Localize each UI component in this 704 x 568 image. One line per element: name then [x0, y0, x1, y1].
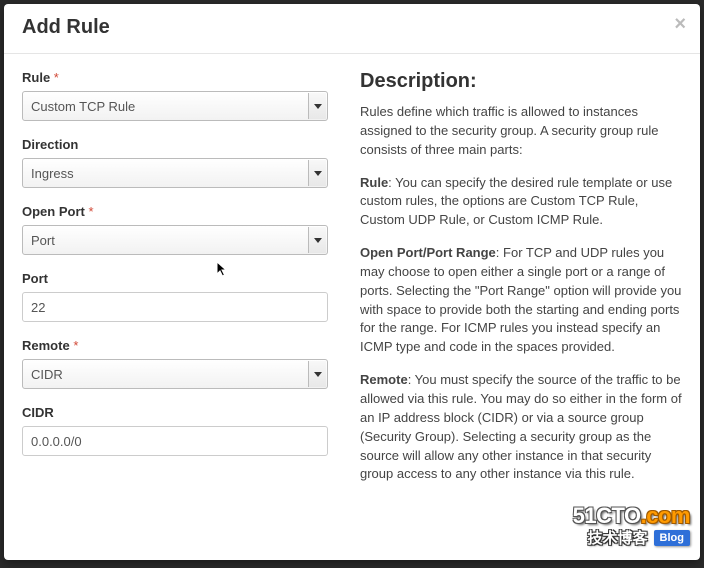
- open-port-select[interactable]: Port: [22, 225, 328, 255]
- port-label: Port: [22, 271, 332, 286]
- rule-label: Rule *: [22, 70, 332, 85]
- field-cidr: CIDR: [22, 405, 332, 456]
- desc-rule-label: Rule: [360, 175, 388, 190]
- description-openport: Open Port/Port Range: For TCP and UDP ru…: [360, 244, 682, 357]
- remote-label: Remote *: [22, 338, 332, 353]
- modal-title: Add Rule: [22, 16, 682, 39]
- modal-header: Add Rule ×: [4, 4, 700, 54]
- field-direction: Direction Ingress: [22, 137, 332, 188]
- open-port-label: Open Port *: [22, 204, 332, 219]
- remote-select[interactable]: CIDR: [22, 359, 328, 389]
- field-rule: Rule * Custom TCP Rule: [22, 70, 332, 121]
- desc-remote-label: Remote: [360, 372, 408, 387]
- open-port-label-text: Open Port: [22, 204, 85, 219]
- port-input[interactable]: [22, 292, 328, 322]
- watermark: 51CTO.com 技术博客 Blog: [573, 503, 690, 548]
- rule-label-text: Rule: [22, 70, 50, 85]
- required-marker: *: [73, 338, 78, 353]
- field-remote: Remote * CIDR: [22, 338, 332, 389]
- watermark-site-prefix: 51CTO: [573, 503, 641, 528]
- watermark-site-suffix: .com: [641, 503, 690, 528]
- desc-openport-label: Open Port/Port Range: [360, 245, 496, 260]
- watermark-site: 51CTO.com: [573, 503, 690, 529]
- description-title: Description:: [360, 70, 682, 93]
- modal-body: Rule * Custom TCP Rule Direction Ingress: [4, 54, 700, 514]
- field-port: Port: [22, 271, 332, 322]
- remote-label-text: Remote: [22, 338, 70, 353]
- description-column: Description: Rules define which traffic …: [352, 70, 682, 498]
- field-open-port: Open Port * Port: [22, 204, 332, 255]
- form-column: Rule * Custom TCP Rule Direction Ingress: [22, 70, 352, 498]
- direction-label: Direction: [22, 137, 332, 152]
- required-marker: *: [88, 204, 93, 219]
- desc-remote-text: : You must specify the source of the tra…: [360, 372, 682, 481]
- add-rule-modal: Add Rule × Rule * Custom TCP Rule Direct…: [4, 4, 700, 560]
- watermark-cn: 技术博客: [588, 527, 648, 548]
- cidr-input[interactable]: [22, 426, 328, 456]
- required-marker: *: [54, 70, 59, 85]
- watermark-bottom: 技术博客 Blog: [573, 527, 690, 548]
- direction-select[interactable]: Ingress: [22, 158, 328, 188]
- desc-rule-text: : You can specify the desired rule templ…: [360, 175, 672, 228]
- watermark-blog-badge: Blog: [654, 530, 690, 546]
- close-icon[interactable]: ×: [674, 14, 686, 34]
- description-intro: Rules define which traffic is allowed to…: [360, 103, 682, 160]
- cidr-label: CIDR: [22, 405, 332, 420]
- description-remote: Remote: You must specify the source of t…: [360, 371, 682, 484]
- description-rule: Rule: You can specify the desired rule t…: [360, 174, 682, 231]
- rule-select[interactable]: Custom TCP Rule: [22, 91, 328, 121]
- desc-openport-text: : For TCP and UDP rules you may choose t…: [360, 245, 681, 354]
